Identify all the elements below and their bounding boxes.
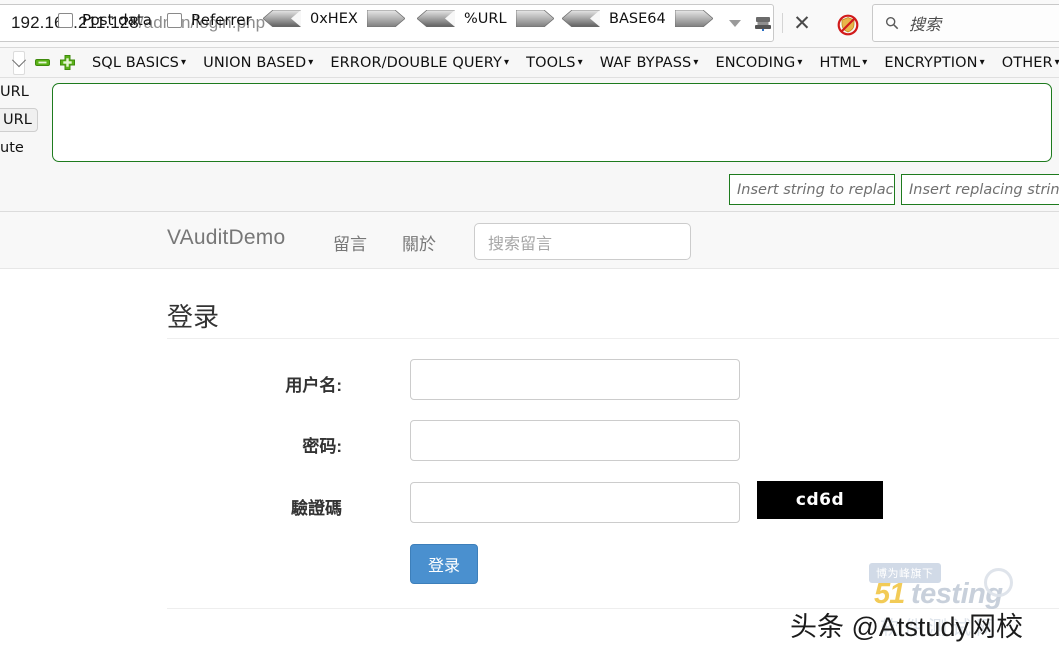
menu-item-sql-basics[interactable]: SQL BASICS▾ (92, 55, 186, 71)
converter-base64: BASE64 (562, 10, 713, 27)
referrer-checkbox[interactable]: Referrer (167, 11, 252, 29)
chevron-down-icon: ▾ (308, 57, 313, 68)
hackbar-toggle-button[interactable] (13, 51, 25, 75)
password-input[interactable] (410, 420, 740, 461)
hackbar-minus-button[interactable] (35, 55, 50, 70)
browser-search-box[interactable]: 搜索 (872, 4, 1059, 42)
checkbox-box (167, 13, 182, 28)
chevron-down-icon: ▾ (797, 57, 802, 68)
watermark-sub: 软件测试网 (880, 613, 1000, 640)
control-divider (782, 13, 783, 33)
converter-hex: 0xHEX (263, 10, 405, 27)
title-divider (167, 338, 1059, 339)
chevron-down-icon: ▾ (980, 57, 985, 68)
checkbox-box (58, 13, 73, 28)
arrow-right-icon[interactable] (367, 10, 405, 27)
site-navbar: VAuditDemo 留言 關於 搜索留言 (0, 212, 1059, 269)
site-search-input[interactable]: 搜索留言 (474, 223, 691, 260)
hackbar-menu-bar: SQL BASICS▾ UNION BASED▾ ERROR/DOUBLE QU… (0, 48, 1059, 78)
watermark-circle-icon (984, 568, 1013, 597)
split-url-button[interactable]: URL (0, 108, 38, 132)
minus-button-icon (35, 55, 50, 70)
menu-item-tools[interactable]: TOOLS▾ (526, 55, 583, 71)
watermark-logo-51: 51 (874, 578, 904, 611)
footer-divider (167, 608, 1059, 609)
menu-label: ERROR/DOUBLE QUERY (330, 55, 502, 71)
converter-label-hex: 0xHEX (310, 11, 358, 27)
stop-button[interactable]: ✕ (789, 9, 815, 37)
post-data-label: Post data (82, 11, 152, 29)
load-url-button[interactable]: URL (0, 84, 29, 100)
menu-item-html[interactable]: HTML▾ (819, 55, 867, 71)
chevron-down-icon (12, 53, 26, 67)
menu-label: SQL BASICS (92, 55, 179, 71)
watermark-logo-testing: testing (911, 578, 1003, 611)
converter-label-base64: BASE64 (609, 11, 666, 27)
menu-label: WAF BYPASS (600, 55, 692, 71)
hackbar-request-textarea[interactable] (52, 83, 1052, 162)
arrow-left-icon[interactable] (562, 10, 600, 27)
replace-with-input[interactable]: Insert replacing string (901, 174, 1059, 205)
server-button[interactable] (750, 9, 776, 37)
menu-label: ENCODING (715, 55, 795, 71)
server-icon (753, 13, 773, 33)
password-label: 密码: (222, 432, 342, 457)
replace-search-placeholder: Insert string to replace (737, 182, 895, 198)
chevron-down-icon: ▾ (693, 57, 698, 68)
hackbar-body: URL URL ute (0, 78, 1059, 170)
arrow-right-icon[interactable] (516, 10, 554, 27)
chevron-down-icon: ▾ (862, 57, 867, 68)
menu-item-encryption[interactable]: ENCRYPTION▾ (884, 55, 984, 71)
converter-url: %URL (417, 10, 554, 27)
menu-item-error-double-query[interactable]: ERROR/DOUBLE QUERY▾ (330, 55, 509, 71)
captcha-image[interactable]: cd6d (757, 481, 883, 519)
menu-item-union-based[interactable]: UNION BASED▾ (203, 55, 313, 71)
close-icon: ✕ (793, 13, 811, 34)
post-data-checkbox[interactable]: Post data (58, 11, 152, 29)
url-controls: ✕ (722, 4, 815, 42)
chevron-down-icon: ▾ (1055, 57, 1059, 68)
page-title: 登录 (167, 297, 219, 334)
captcha-input[interactable] (410, 482, 740, 523)
url-dropdown-button[interactable] (722, 9, 748, 37)
arrow-left-icon[interactable] (417, 10, 455, 27)
menu-label: OTHER (1002, 55, 1053, 71)
search-icon (885, 16, 899, 30)
menu-label: ENCRYPTION (884, 55, 977, 71)
arrow-left-icon[interactable] (263, 10, 301, 27)
menu-label: TOOLS (526, 55, 575, 71)
site-search-placeholder: 搜索留言 (488, 230, 552, 254)
execute-button[interactable]: ute (0, 140, 24, 156)
plus-button-icon (60, 55, 75, 70)
username-label: 用户名: (222, 371, 342, 396)
replace-with-placeholder: Insert replacing string (909, 182, 1059, 198)
browser-search-placeholder: 搜索 (909, 11, 941, 35)
chevron-down-icon: ▾ (504, 57, 509, 68)
noscript-blocked-icon[interactable] (836, 13, 860, 37)
menu-label: UNION BASED (203, 55, 306, 71)
captcha-label: 驗證碼 (222, 494, 342, 519)
referrer-label: Referrer (191, 11, 252, 29)
replace-search-input[interactable]: Insert string to replace (729, 174, 895, 205)
watermark-overlay: 头条 @Atstudy网校 (790, 605, 1023, 644)
menu-label: HTML (819, 55, 860, 71)
login-submit-button[interactable]: 登录 (410, 544, 478, 584)
chevron-down-icon (729, 20, 741, 27)
arrow-right-icon[interactable] (675, 10, 713, 27)
menu-item-other[interactable]: OTHER▾ (1002, 55, 1059, 71)
chevron-down-icon: ▾ (181, 57, 186, 68)
nav-link-messages[interactable]: 留言 (333, 230, 367, 255)
converter-label-url: %URL (464, 11, 507, 27)
menu-item-encoding[interactable]: ENCODING▾ (715, 55, 802, 71)
nav-link-about[interactable]: 關於 (402, 230, 436, 255)
site-brand[interactable]: VAuditDemo (167, 226, 285, 250)
chevron-down-icon: ▾ (578, 57, 583, 68)
watermark-badge: 博为峰旗下 (869, 563, 941, 583)
menu-item-waf-bypass[interactable]: WAF BYPASS▾ (600, 55, 699, 71)
hackbar-plus-button[interactable] (60, 55, 75, 70)
username-input[interactable] (410, 359, 740, 400)
captcha-text: cd6d (796, 490, 844, 510)
hackbar-side-buttons: URL URL ute (0, 78, 42, 170)
